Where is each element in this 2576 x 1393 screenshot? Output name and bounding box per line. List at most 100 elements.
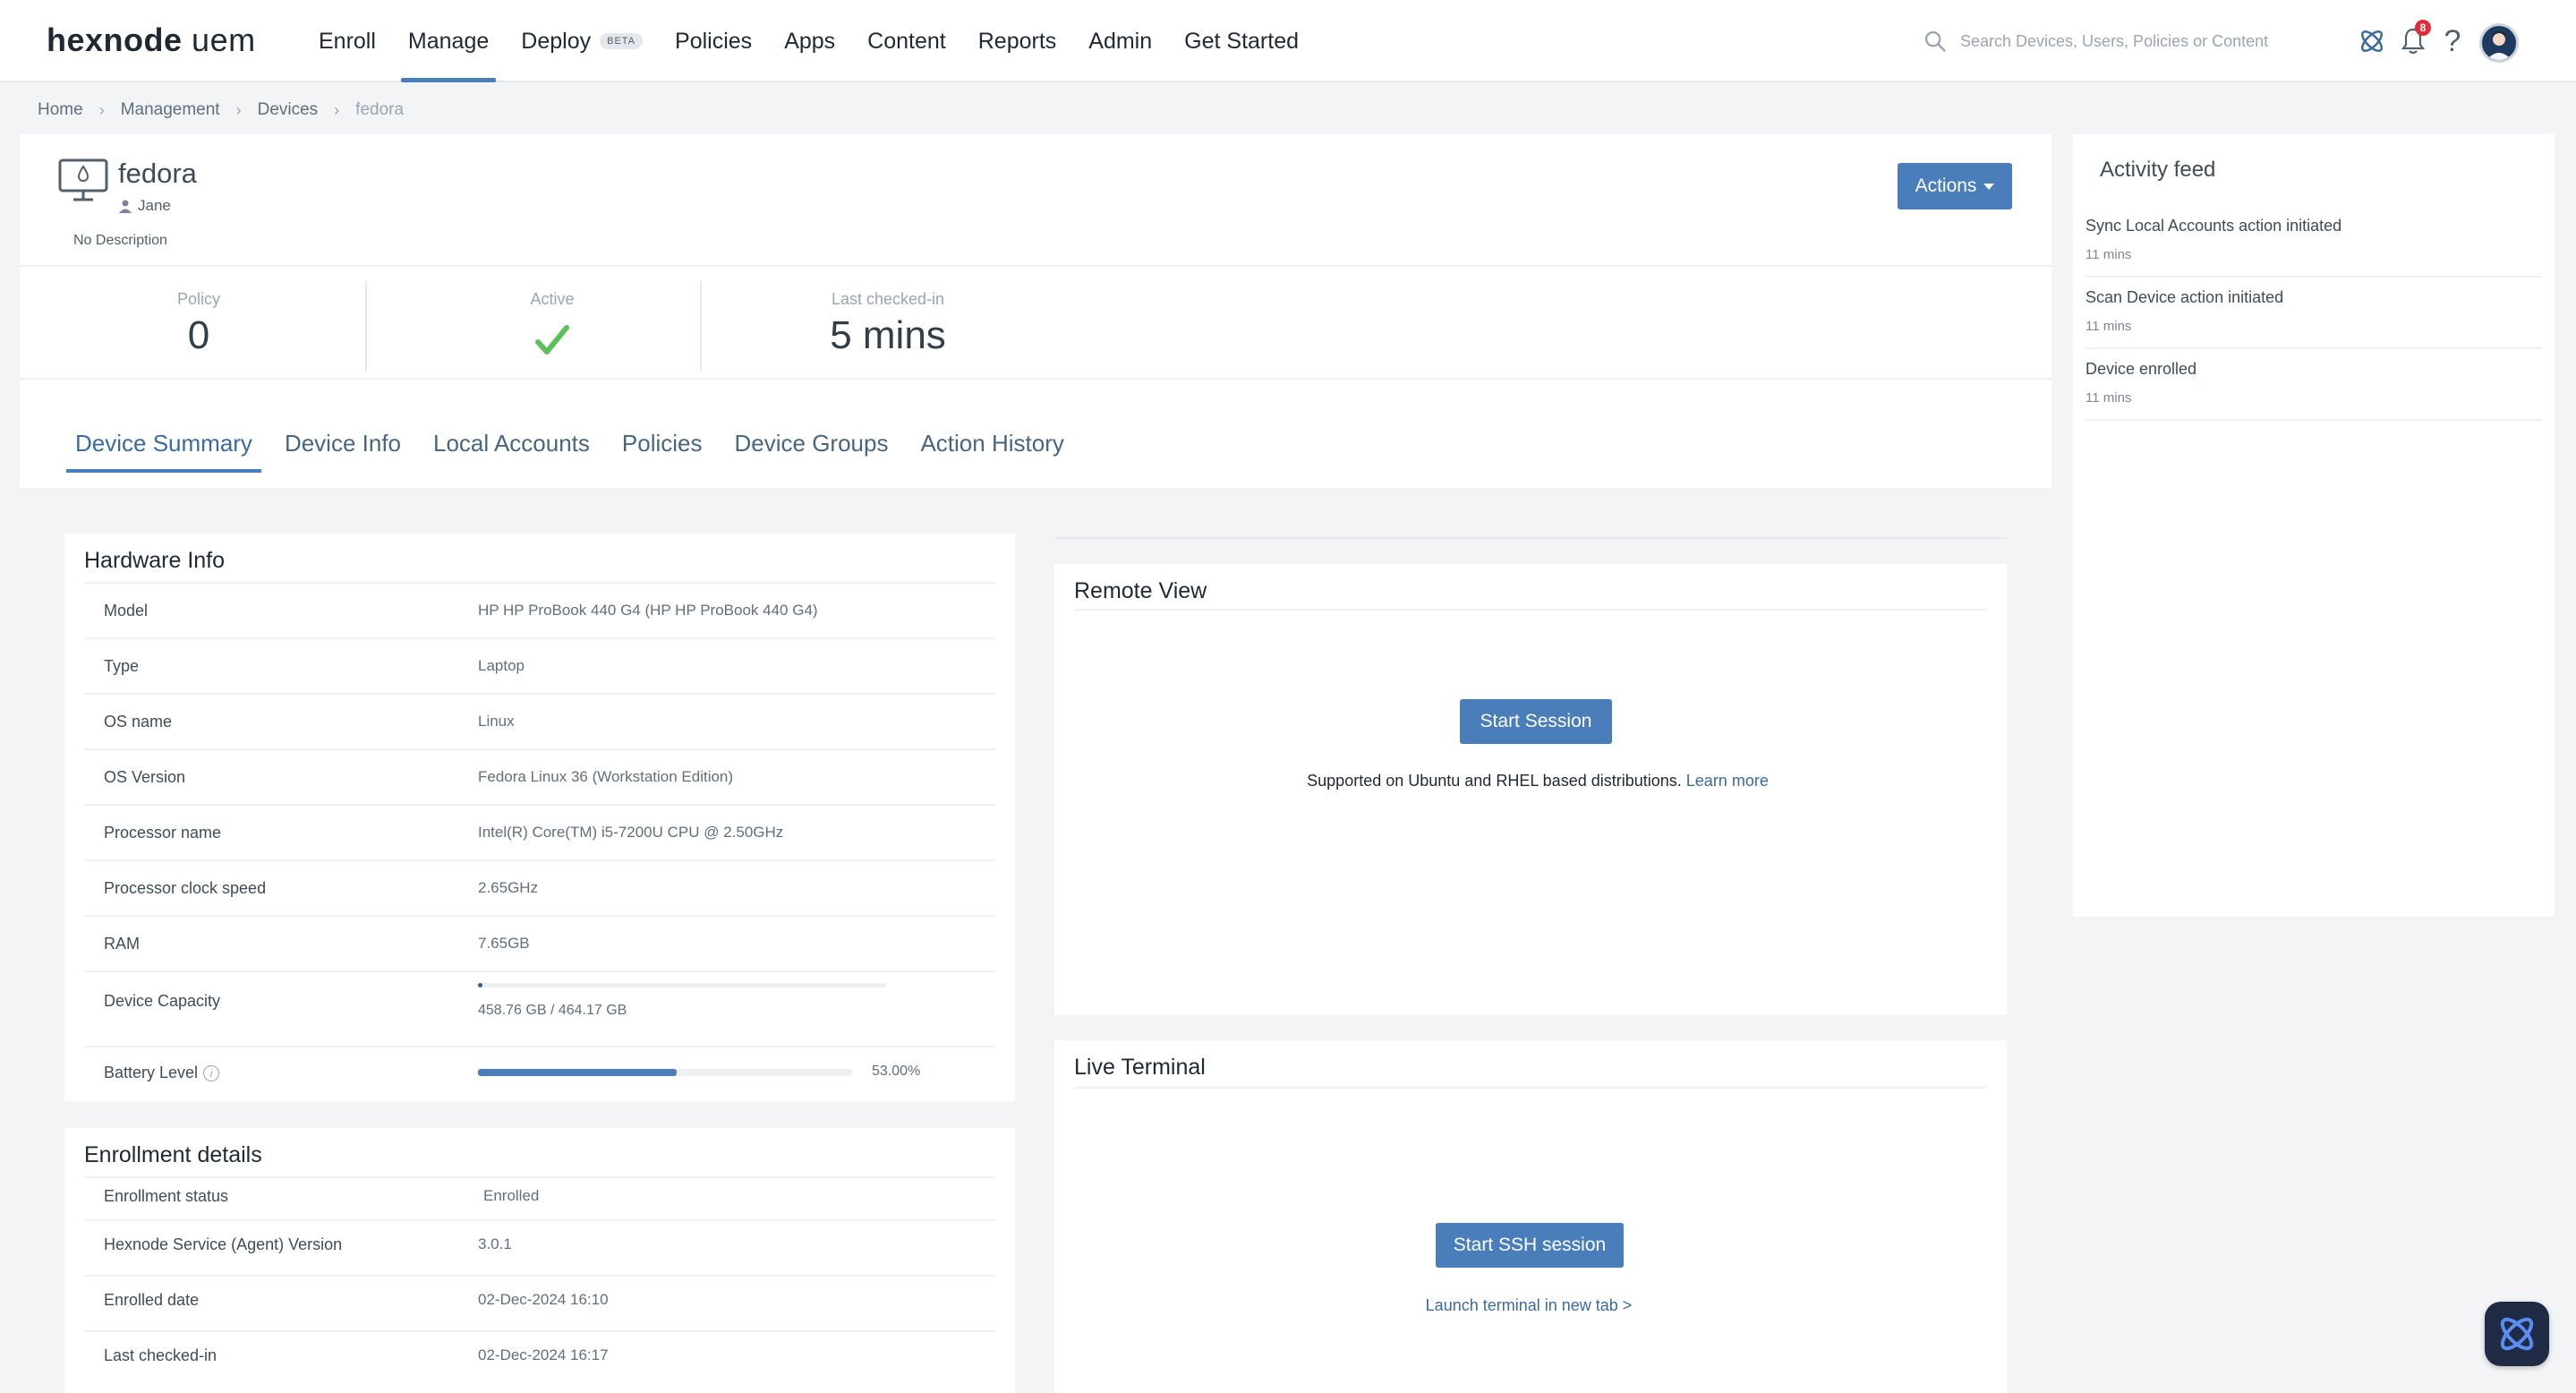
row-key: OS Version [104,768,186,786]
global-search [1923,23,2299,59]
activity-feed-item: Scan Device action initiated 11 mins [2086,278,2542,349]
hardware-row-clock-speed: Processor clock speed 2.65GHz [84,861,995,917]
hardware-row-os-version: OS Version Fedora Linux 36 (Workstation … [84,750,995,806]
stat-active-label: Active [530,290,575,308]
nav-label: Get Started [1184,28,1300,54]
stat-last-checkin-value: 5 mins [830,313,946,357]
breadcrumb-devices[interactable]: Devices [258,100,319,120]
remote-view-support-note: Supported on Ubuntu and RHEL based distr… [1305,772,1770,791]
device-user[interactable]: Jane [118,197,171,215]
hardware-info-title: Hardware Info [84,548,226,573]
device-tabs: Device Summary Device Info Local Account… [66,430,1088,473]
nav-label: Admin [1088,28,1153,54]
enrollment-row-enrolled-date: Enrolled date 02-Dec-2024 16:10 [84,1277,995,1332]
activity-time: 11 mins [2086,390,2132,406]
stat-divider [700,281,702,371]
learn-more-link[interactable]: Learn more [1686,772,1769,790]
nav-admin[interactable]: Admin [1072,0,1168,82]
nav-deploy[interactable]: Deploy BETA [505,0,659,82]
actions-label: Actions [1915,175,1977,196]
row-key: Enrolled date [104,1291,200,1309]
info-icon[interactable]: i [203,1065,220,1082]
notification-count-badge: 8 [2415,20,2431,36]
row-key: OS name [104,713,173,731]
battery-bar-fill [478,1069,677,1076]
hardware-info-panel: Hardware Info Model HP HP ProBook 440 G4… [64,534,1015,1101]
breadcrumb-home[interactable]: Home [38,100,83,120]
nav-policies[interactable]: Policies [659,0,768,82]
avatar [2479,23,2519,63]
tab-device-summary[interactable]: Device Summary [66,430,261,473]
device-stats: Policy 0 Active Last checked-in 5 mins [20,269,2051,380]
row-key: Hexnode Service (Agent) Version [104,1235,343,1253]
row-value: 02-Dec-2024 16:10 [478,1291,609,1308]
row-value: Laptop [478,657,525,674]
nav-label: Deploy [521,28,592,54]
nav-get-started[interactable]: Get Started [1168,0,1315,82]
atom-icon [2360,30,2384,53]
remote-view-title: Remote View [1074,578,1207,603]
notifications-button[interactable]: 8 [2395,20,2431,59]
nav-content[interactable]: Content [851,0,962,82]
breadcrumb-management[interactable]: Management [121,100,220,120]
tab-action-history[interactable]: Action History [911,430,1072,473]
user-avatar-icon [2486,30,2512,60]
actions-button[interactable]: Actions [1898,163,2012,209]
hardware-row-type: Type Laptop [84,639,995,695]
hardware-row-device-capacity: Device Capacity 458.76 GB / 464.17 GB [84,972,995,1047]
hexnode-assistant-icon[interactable] [2354,23,2390,59]
row-value: 02-Dec-2024 16:17 [478,1346,609,1363]
hardware-row-battery-level: Battery Level i 53.00% [84,1047,995,1101]
hardware-row-processor-name: Processor name Intel(R) Core(TM) i5-7200… [84,806,995,861]
start-ssh-session-button[interactable]: Start SSH session [1436,1223,1624,1268]
nav-enroll[interactable]: Enroll [303,0,392,82]
assistant-chat-button[interactable] [2485,1302,2549,1366]
capacity-bar-fill [478,983,483,987]
check-icon [535,325,569,355]
divider [1054,537,2007,539]
stat-last-checkin-label: Last checked-in [831,290,945,308]
tab-local-accounts[interactable]: Local Accounts [424,430,599,473]
help-icon: ? [2444,23,2461,58]
user-icon [119,200,132,213]
stat-policy: Policy 0 [38,269,360,380]
stat-policy-label: Policy [176,290,220,308]
hexnode-logo[interactable]: hexnode uem [47,21,256,59]
tab-device-groups[interactable]: Device Groups [726,430,898,473]
nav-manage[interactable]: Manage [392,0,505,82]
enrollment-details-title: Enrollment details [84,1142,262,1167]
row-value: Enrolled [483,1187,540,1204]
battery-label: Battery Level [104,1064,199,1081]
device-overview-card: fedora Jane No Description Actions Polic… [20,134,2051,488]
activity-text: Scan Device action initiated [2086,288,2284,306]
launch-terminal-link[interactable]: Launch terminal in new tab > [1395,1296,1663,1315]
nav-label: Enroll [319,28,376,54]
nav-reports[interactable]: Reports [962,0,1073,82]
stat-active: Active [396,269,709,380]
hardware-row-os-name: OS name Linux [84,695,995,750]
chevron-right-icon: › [235,100,242,119]
row-key: Last checked-in [104,1346,218,1364]
support-note-text: Supported on Ubuntu and RHEL based distr… [1307,772,1682,790]
row-value: 7.65GB [478,935,530,952]
row-value: 2.65GHz [478,879,539,896]
row-key: Device Capacity [104,992,221,1010]
nav-apps[interactable]: Apps [768,0,851,82]
row-key: Type [104,657,140,675]
live-terminal-panel: Live Terminal Start SSH session Launch t… [1054,1040,2007,1393]
row-key: Enrollment status [104,1187,229,1205]
assistant-icon [2500,1317,2534,1351]
chevron-right-icon: › [98,100,105,119]
monitor-icon [58,158,108,201]
user-avatar-button[interactable] [2478,21,2521,64]
tab-policies[interactable]: Policies [613,430,712,473]
capacity-value: 458.76 GB / 464.17 GB [478,1003,627,1018]
enrollment-row-agent-version: Hexnode Service (Agent) Version 3.0.1 [84,1221,995,1277]
help-button[interactable]: ? [2435,23,2470,59]
caret-down-icon [1983,183,1995,190]
activity-time: 11 mins [2086,319,2132,334]
enrollment-row-last-checkin: Last checked-in 02-Dec-2024 16:17 [84,1332,995,1388]
start-session-button[interactable]: Start Session [1460,699,1612,744]
search-input[interactable] [1958,23,2299,59]
tab-device-info[interactable]: Device Info [276,430,410,473]
